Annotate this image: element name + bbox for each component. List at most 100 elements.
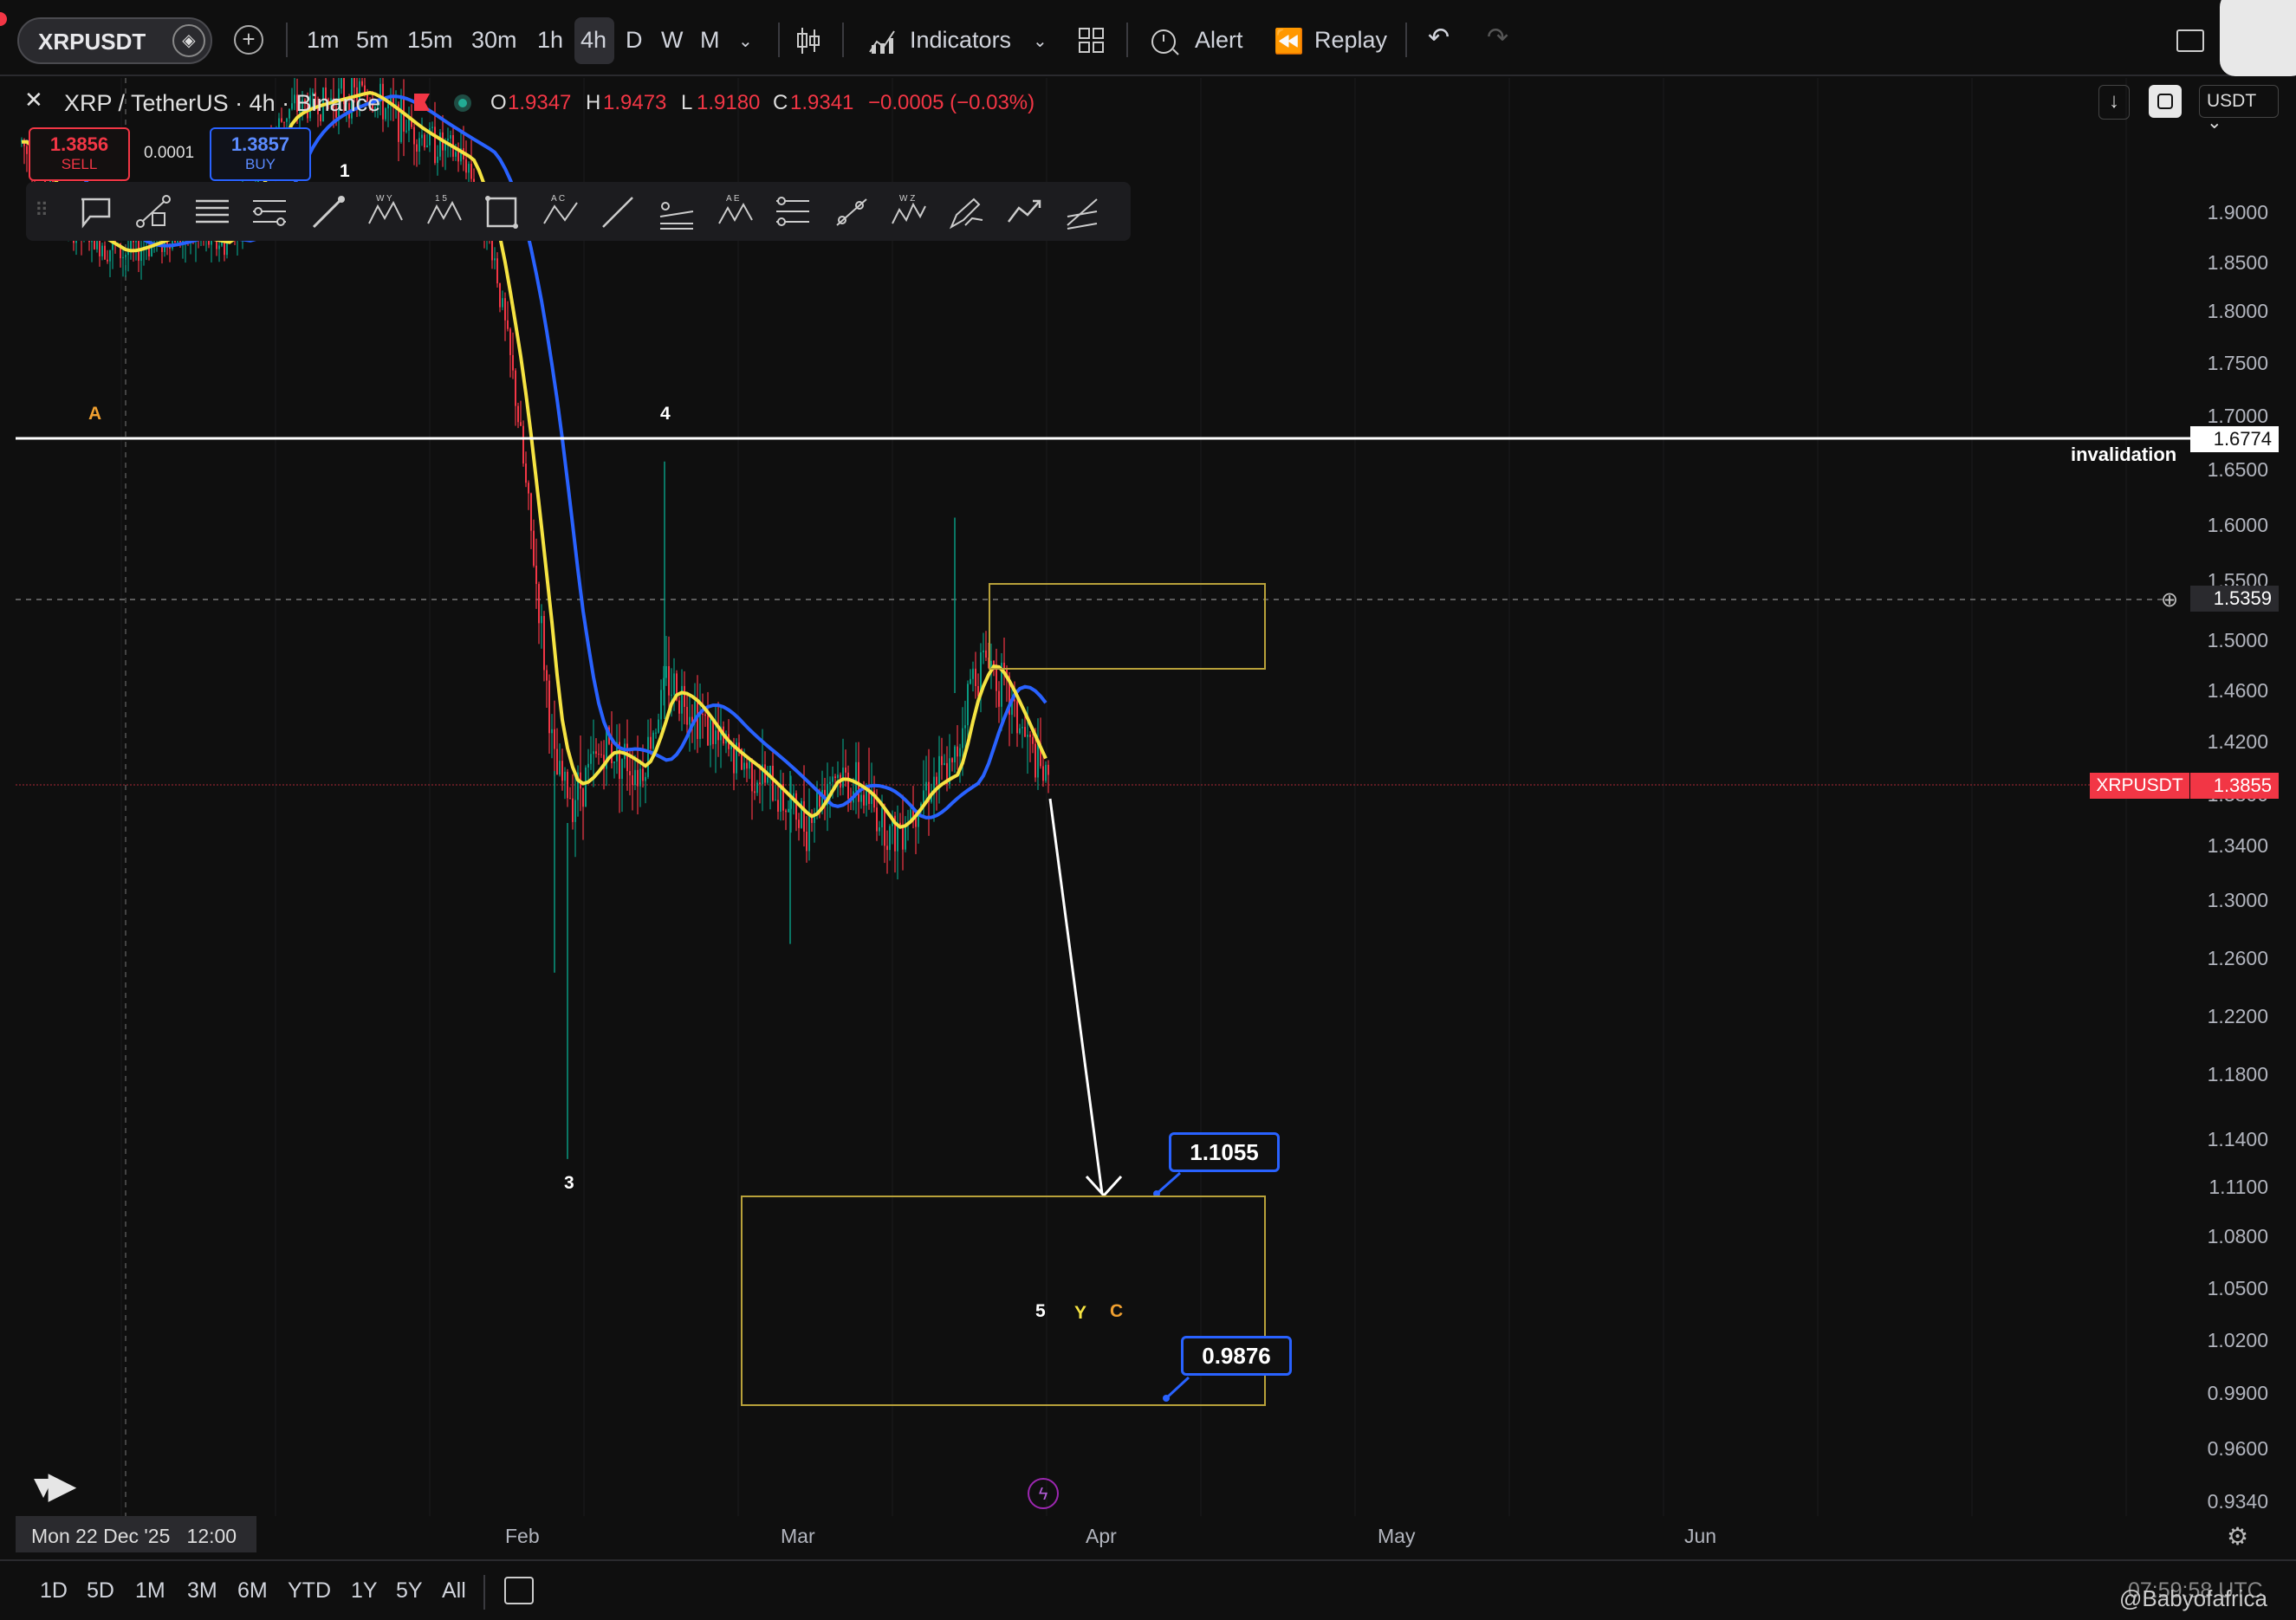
candle-body <box>746 762 748 769</box>
timeframe-30m[interactable]: 30m <box>471 27 517 54</box>
lightning-icon[interactable]: ϟ <box>1028 1478 1059 1509</box>
candle-body <box>281 118 282 122</box>
auto-scale-icon[interactable] <box>2149 85 2182 118</box>
svg-text:W Z: W Z <box>899 194 915 204</box>
alert-button[interactable]: Alert <box>1195 27 1243 54</box>
month-feb: Feb <box>505 1525 540 1547</box>
indicators-icon[interactable] <box>868 26 898 55</box>
chevron-down-icon[interactable]: ⌄ <box>738 30 753 52</box>
gann-fan-icon[interactable] <box>775 194 811 230</box>
wave-label-4[interactable]: 4 <box>660 404 671 424</box>
indicators-button[interactable]: Indicators <box>910 27 1011 54</box>
candle-body <box>543 616 545 671</box>
alarm-clock-icon[interactable] <box>1149 25 1180 56</box>
timeframe-15m[interactable]: 15m <box>407 27 453 54</box>
diamond-icon[interactable]: ◈ <box>172 24 205 57</box>
timeframe-1h[interactable]: 1h <box>537 27 563 54</box>
timeframe-5m[interactable]: 5m <box>356 27 389 54</box>
close-icon[interactable]: ✕ <box>24 87 43 113</box>
target-low-label[interactable]: 0.9876 <box>1181 1336 1292 1376</box>
candle-body <box>107 259 108 262</box>
wave-label-5[interactable]: 5 <box>1035 1301 1046 1322</box>
settings-gear-icon[interactable]: ⚙ <box>2227 1522 2248 1551</box>
wave-label-c[interactable]: C <box>1110 1301 1123 1322</box>
candle-body <box>538 584 540 624</box>
timeframe-d[interactable]: D <box>626 27 643 54</box>
timeframe-m[interactable]: M <box>700 27 720 54</box>
symbol-search[interactable]: XRPUSDT ◈ <box>17 17 212 64</box>
drag-handle-icon[interactable]: ⠿ <box>35 199 49 222</box>
candle-body <box>582 788 584 807</box>
pitchfork-icon[interactable] <box>1064 194 1100 230</box>
trend-line-icon[interactable] <box>135 194 172 230</box>
pen-icon[interactable] <box>948 194 984 230</box>
range-1m[interactable]: 1M <box>135 1578 165 1604</box>
callout-icon[interactable] <box>78 194 114 230</box>
candle-body <box>551 729 553 734</box>
candle-body <box>832 776 833 782</box>
range-1y[interactable]: 1Y <box>351 1578 378 1604</box>
fullscreen-icon[interactable] <box>2176 29 2204 52</box>
abc-pattern-icon[interactable]: A C <box>542 194 579 230</box>
invalidation-label[interactable]: invalidation <box>2071 444 2176 466</box>
range-1d[interactable]: 1D <box>40 1578 68 1604</box>
parallel-channel-icon[interactable] <box>658 194 695 230</box>
month-jun: Jun <box>1684 1525 1717 1547</box>
layout-grid-icon[interactable] <box>1078 27 1106 55</box>
candle-body <box>499 283 501 308</box>
candles-icon[interactable] <box>794 26 823 55</box>
brush-icon[interactable] <box>310 194 347 230</box>
timeframe-w[interactable]: W <box>661 27 683 54</box>
close-value: 1.9341 <box>790 91 854 114</box>
wave-label-y[interactable]: Y <box>1074 1303 1086 1324</box>
resistance-zone[interactable] <box>989 583 1266 670</box>
candle-body <box>1029 734 1031 737</box>
candle-body <box>660 690 662 720</box>
target-high-label[interactable]: 1.1055 <box>1169 1132 1280 1172</box>
range-3m[interactable]: 3M <box>187 1578 217 1604</box>
candle-body <box>686 707 688 725</box>
download-icon[interactable]: ↓ <box>2098 85 2130 120</box>
path-icon[interactable] <box>1007 194 1043 230</box>
range-ytd[interactable]: YTD <box>288 1578 331 1604</box>
wxyxz-pattern-icon[interactable]: W Z <box>891 194 927 230</box>
replay-icon[interactable]: ⏪ <box>1274 27 1304 55</box>
line-tool-icon[interactable] <box>600 194 636 230</box>
range-6m[interactable]: 6M <box>237 1578 268 1604</box>
candle-body <box>845 768 846 773</box>
price-tick: 0.9900 <box>2207 1382 2268 1404</box>
timeframe-4h[interactable]: 4h <box>580 27 606 54</box>
wave-label-3[interactable]: 3 <box>564 1173 574 1194</box>
ae-pattern-icon[interactable]: A E <box>717 194 754 230</box>
range-all[interactable]: All <box>442 1578 466 1604</box>
add-alert-icon[interactable]: ⊕ <box>2161 587 2187 612</box>
candle-body <box>1047 764 1049 775</box>
timeframe-1m[interactable]: 1m <box>307 27 340 54</box>
projection-arrow <box>1048 798 1104 1195</box>
rectangle-icon[interactable] <box>483 194 520 230</box>
redo-icon[interactable]: ↷ <box>1487 23 1508 53</box>
crosshair-date: Mon 22 Dec '25 12:00 <box>31 1525 237 1547</box>
wxy-pattern-icon[interactable]: W Y <box>367 194 404 230</box>
undo-icon[interactable]: ↶ <box>1428 23 1450 53</box>
candle-body <box>598 754 600 755</box>
elliott-impulse-icon[interactable]: 1 5 <box>426 194 463 230</box>
range-5d[interactable]: 5D <box>87 1578 114 1604</box>
month-may: May <box>1378 1525 1416 1547</box>
candle-body <box>416 144 418 152</box>
candle-body <box>509 328 511 355</box>
wave-label-1[interactable]: 1 <box>340 161 350 182</box>
fib-retracement-icon[interactable] <box>251 194 288 230</box>
ray-icon[interactable] <box>833 194 870 230</box>
chevron-down-icon[interactable]: ⌄ <box>1033 30 1047 52</box>
date-range-calendar-icon[interactable] <box>504 1577 534 1604</box>
buy-button[interactable]: 1.3857 BUY <box>210 127 311 181</box>
range-5y[interactable]: 5Y <box>396 1578 423 1604</box>
replay-button[interactable]: Replay <box>1314 27 1387 54</box>
wave-label-a[interactable]: A <box>88 404 101 424</box>
horizontal-lines-icon[interactable] <box>194 194 230 230</box>
currency-selector[interactable]: USDT ⌄ <box>2199 85 2279 133</box>
chart-title: XRP / TetherUS · 4h · Binance <box>64 90 381 116</box>
add-symbol-button[interactable]: + <box>234 25 263 55</box>
sell-button[interactable]: 1.3856 SELL <box>29 127 130 181</box>
